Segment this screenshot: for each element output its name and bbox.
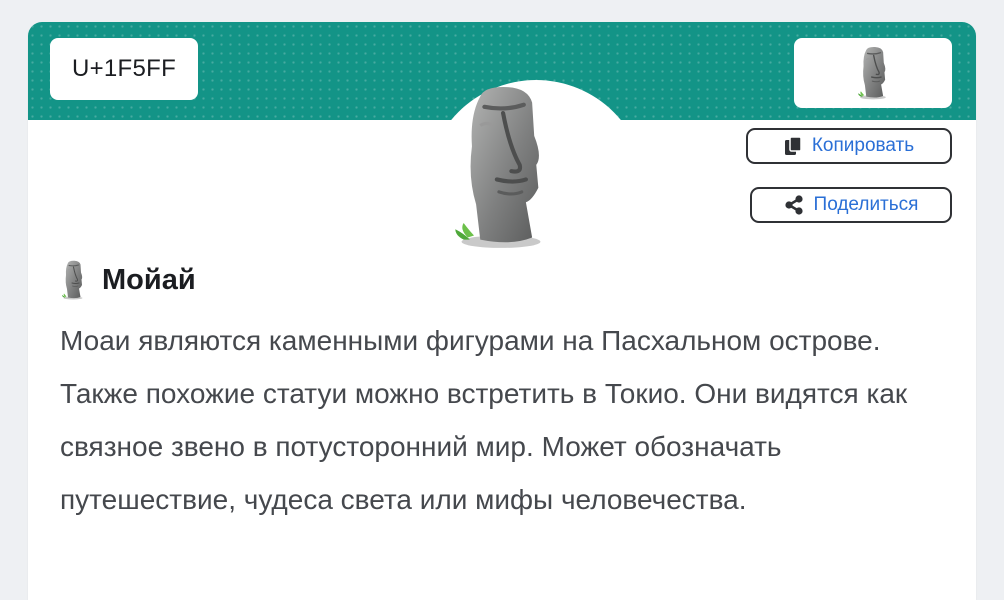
clipboard-icon [784,136,802,156]
codepoint-text: U+1F5FF [71,55,177,82]
moai-icon [60,260,86,300]
emoji-title: Мойай [102,263,196,296]
emoji-preview-chip[interactable] [794,38,952,108]
emoji-card: U+1F5FF Копировать Поделиться Мойай Моаи… [28,22,976,600]
copy-label: Копировать [811,135,915,156]
moai-icon [442,84,560,250]
share-label: Поделиться [813,194,919,215]
moai-icon [856,46,890,100]
emoji-description: Моаи являются каменными фигурами на Пасх… [60,325,908,515]
copy-button[interactable]: Копировать [746,128,952,164]
codepoint-badge: U+1F5FF [50,38,198,100]
share-icon [784,195,804,215]
emoji-title-row: Мойай [60,260,196,300]
share-button[interactable]: Поделиться [750,187,952,223]
